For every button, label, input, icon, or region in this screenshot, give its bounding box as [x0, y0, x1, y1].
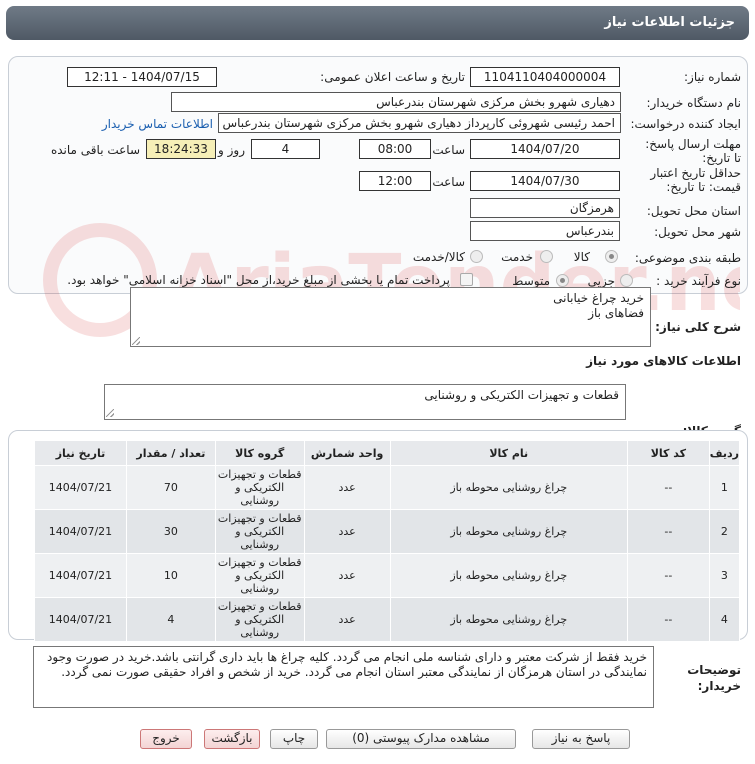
items-table: ردیف کد کالا نام کالا واحد شمارش گروه کا… [34, 440, 741, 642]
table-header-row: ردیف کد کالا نام کالا واحد شمارش گروه کا… [34, 440, 741, 466]
cell-unit: عدد [303, 553, 391, 598]
back-button[interactable]: بازگشت [204, 729, 260, 749]
need-number-label: شماره نیاز: [684, 70, 741, 84]
remaining-time-field[interactable]: 18:24:33 [146, 139, 216, 159]
cell-need-date: 1404/07/21 [34, 597, 127, 642]
buyer-notes-textarea[interactable]: خرید فقط از شرکت معتبر و دارای شناسه ملی… [33, 646, 654, 708]
city-label: شهر محل تحویل: [654, 225, 741, 239]
deadline-time-field[interactable]: 08:00 [359, 139, 431, 159]
cell-item-name: چراغ روشنایی محوطه باز [389, 597, 628, 642]
goods-section-title: اطلاعات کالاهای مورد نیاز [586, 354, 741, 368]
requester-field[interactable]: احمد رئیسی شهروئی کارپرداز دهیاری شهرو ب… [218, 113, 621, 133]
cell-group: قطعات و تجهیزات الکتریکی و روشنایی [214, 553, 305, 598]
cell-need-date: 1404/07/21 [34, 465, 127, 510]
col-group: گروه کالا [214, 440, 305, 466]
cell-item-name: چراغ روشنایی محوطه باز [389, 509, 628, 554]
description-label: شرح کلی نیاز: [655, 320, 741, 334]
col-unit: واحد شمارش [303, 440, 391, 466]
cell-item-name: چراغ روشنایی محوطه باز [389, 465, 628, 510]
table-row[interactable]: 1 -- چراغ روشنایی محوطه باز عدد قطعات و … [34, 465, 741, 510]
treasury-payment-checkbox[interactable] [460, 273, 473, 286]
announce-datetime-field[interactable]: 1404/07/15 - 12:11 [67, 67, 217, 87]
exit-button[interactable]: خروج [140, 729, 192, 749]
process-radio-medium[interactable] [556, 274, 569, 287]
days-remaining-field[interactable]: 4 [251, 139, 320, 159]
province-field[interactable]: هرمزگان [470, 198, 620, 218]
cell-quantity: 10 [125, 553, 216, 598]
buyer-notes-label: توضیحات خریدار: [687, 663, 741, 693]
col-row-number: ردیف [708, 440, 741, 466]
attachments-button[interactable]: مشاهده مدارک پیوستی (0) [326, 729, 516, 749]
table-row[interactable]: 3 -- چراغ روشنایی محوطه باز عدد قطعات و … [34, 553, 741, 598]
cell-item-name: چراغ روشنایی محوطه باز [389, 553, 628, 598]
validity-date-field[interactable]: 1404/07/30 [470, 171, 620, 191]
city-field[interactable]: بندرعباس [470, 221, 620, 241]
cell-unit: عدد [303, 597, 391, 642]
buyer-org-label: نام دستگاه خریدار: [646, 96, 742, 110]
contact-buyer-link[interactable]: اطلاعات تماس خریدار [102, 117, 213, 131]
deadline-label: مهلت ارسال پاسخ: تا تاریخ: [645, 137, 741, 165]
process-option-minor: جزیی [587, 274, 615, 288]
remaining-label: ساعت باقی مانده [50, 143, 140, 157]
category-radio-goods[interactable] [605, 250, 618, 263]
cell-row-number: 4 [708, 597, 741, 642]
cell-row-number: 2 [708, 509, 741, 554]
validity-time-label: ساعت [432, 175, 465, 189]
province-label: استان محل تحویل: [646, 204, 741, 218]
table-row[interactable]: 4 -- چراغ روشنایی محوطه باز عدد قطعات و … [34, 597, 741, 642]
cell-item-code: -- [626, 465, 710, 510]
col-need-date: تاریخ نیاز [34, 440, 127, 466]
table-row[interactable]: 2 -- چراغ روشنایی محوطه باز عدد قطعات و … [34, 509, 741, 554]
cell-unit: عدد [303, 465, 391, 510]
category-radio-service[interactable] [540, 250, 553, 263]
process-radio-minor[interactable] [620, 274, 633, 287]
cell-unit: عدد [303, 509, 391, 554]
treasury-payment-note: پرداخت تمام یا بخشی از مبلغ خرید،از محل … [67, 273, 450, 287]
category-radio-both[interactable] [470, 250, 483, 263]
cell-need-date: 1404/07/21 [34, 509, 127, 554]
process-option-medium: متوسط [512, 274, 550, 288]
cell-quantity: 4 [125, 597, 216, 642]
validity-time-field[interactable]: 12:00 [359, 171, 431, 191]
need-number-field[interactable]: 1104110404000004 [470, 67, 620, 87]
col-item-name: نام کالا [389, 440, 628, 466]
cell-group: قطعات و تجهیزات الکتریکی و روشنایی [214, 597, 305, 642]
cell-item-code: -- [626, 509, 710, 554]
cell-group: قطعات و تجهیزات الکتریکی و روشنایی [214, 509, 305, 554]
cell-quantity: 30 [125, 509, 216, 554]
page-header: جزئیات اطلاعات نیاز [0, 0, 755, 44]
description-textarea[interactable]: خرید چراغ خیابانی فضاهای باز [130, 287, 651, 347]
process-label: نوع فرآیند خرید : [656, 274, 741, 288]
cell-row-number: 1 [708, 465, 741, 510]
print-button[interactable]: چاپ [270, 729, 318, 749]
category-label: طبقه بندی موضوعی: [634, 251, 741, 265]
cell-item-code: -- [626, 553, 710, 598]
buyer-org-field[interactable]: دهیاری شهرو بخش مرکزی شهرستان بندرعباس [171, 92, 621, 112]
validity-label: حداقل تاریخ اعتبار قیمت: تا تاریخ: [650, 166, 741, 194]
category-option-both: کالا/خدمت [412, 250, 465, 264]
category-option-service: خدمت [501, 250, 533, 264]
cell-quantity: 70 [125, 465, 216, 510]
cell-need-date: 1404/07/21 [34, 553, 127, 598]
col-item-code: کد کالا [626, 440, 710, 466]
deadline-time-label: ساعت [432, 143, 465, 157]
page-title: جزئیات اطلاعات نیاز [6, 6, 749, 40]
cell-item-code: -- [626, 597, 710, 642]
goods-group-field[interactable]: قطعات و تجهیزات الکتریکی و روشنایی [104, 384, 626, 420]
resize-grip-icon[interactable] [132, 337, 140, 345]
col-quantity: تعداد / مقدار [125, 440, 216, 466]
cell-group: قطعات و تجهیزات الکتریکی و روشنایی [214, 465, 305, 510]
days-label: روز و [218, 143, 245, 157]
category-option-goods: کالا [573, 250, 590, 264]
cell-row-number: 3 [708, 553, 741, 598]
goods-resize-grip-icon[interactable] [106, 409, 114, 417]
deadline-date-field[interactable]: 1404/07/20 [470, 139, 620, 159]
announce-label: تاریخ و ساعت اعلان عمومی: [320, 70, 465, 84]
reply-button[interactable]: پاسخ به نیاز [532, 729, 630, 749]
requester-label: ایجاد کننده درخواست: [630, 117, 741, 131]
